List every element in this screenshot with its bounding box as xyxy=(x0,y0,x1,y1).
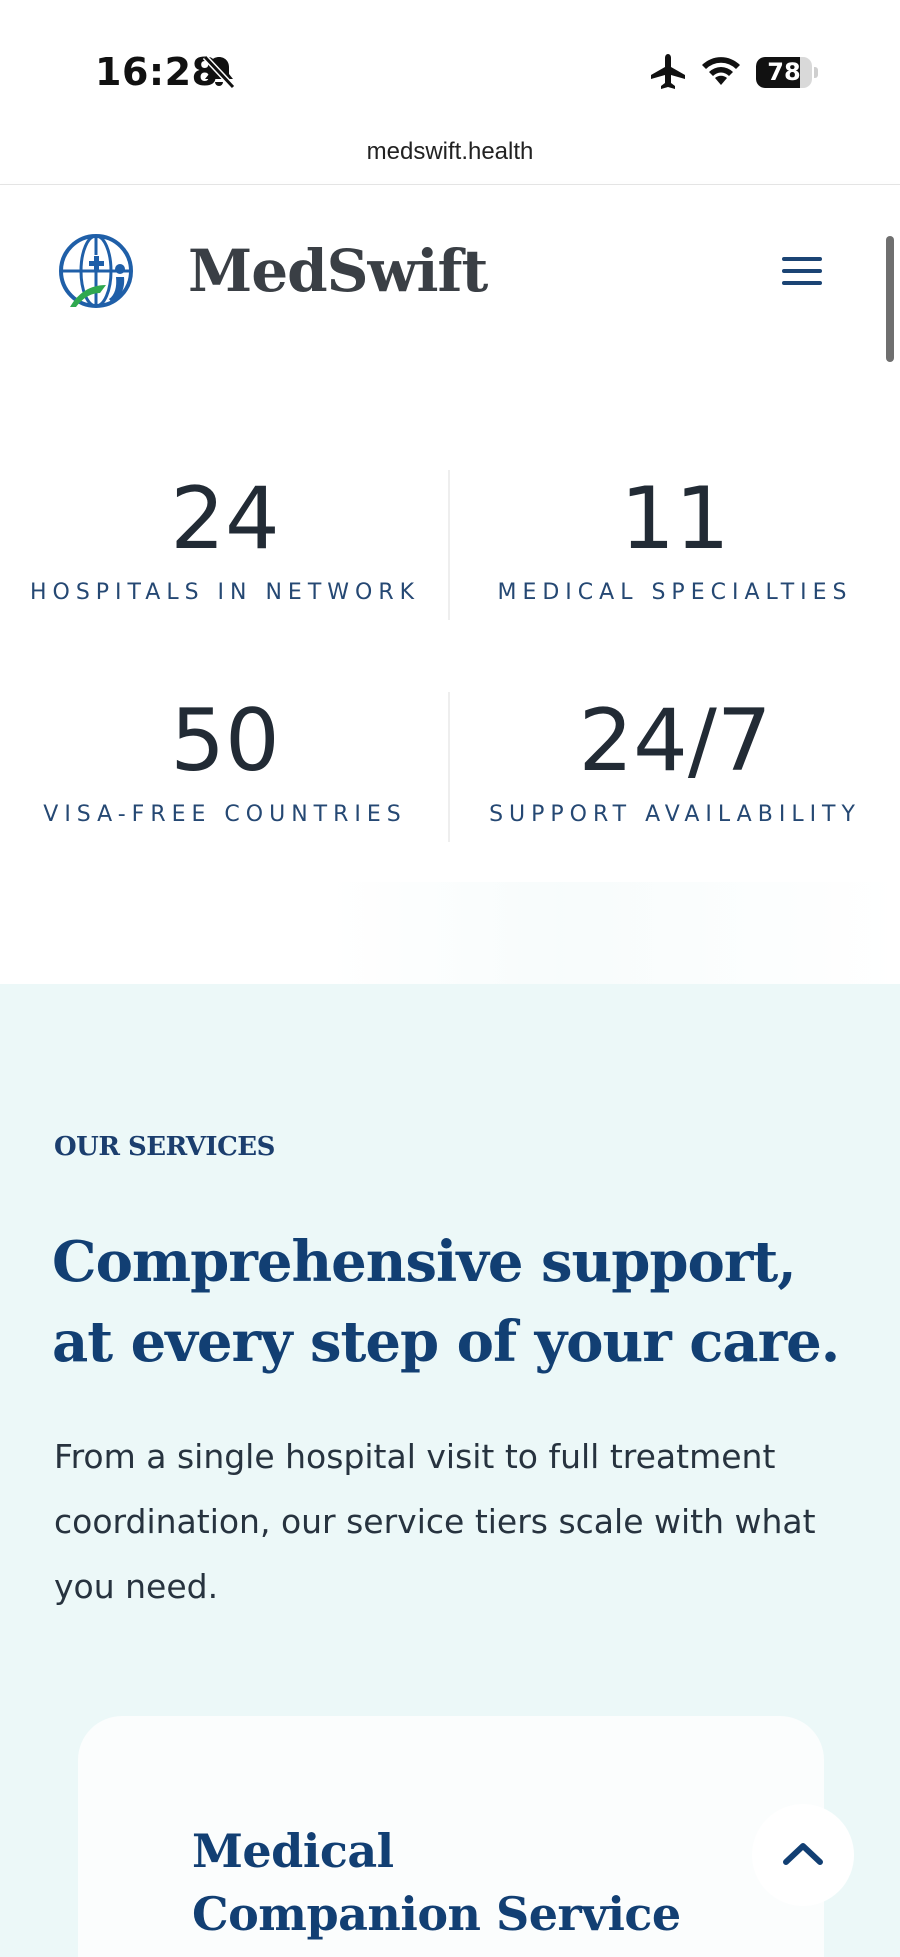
decorative-fade xyxy=(330,882,900,984)
wifi-icon xyxy=(702,57,740,85)
services-description: From a single hospital visit to full tre… xyxy=(54,1437,816,1606)
stat-value: 24 xyxy=(170,469,280,569)
stat-value: 50 xyxy=(170,691,280,791)
stat-label: VISA-FREE COUNTRIES xyxy=(43,802,407,827)
battery-icon: 78 xyxy=(756,57,818,88)
brand-name[interactable]: MedSwift xyxy=(188,237,488,305)
services-eyebrow: OUR SERVICES xyxy=(54,1132,275,1162)
service-card-title[interactable]: Medical Companion Service xyxy=(192,1820,692,1946)
stat-value: 24/7 xyxy=(578,691,772,791)
stat-value: 11 xyxy=(620,469,730,569)
hamburger-menu-icon[interactable] xyxy=(782,257,822,293)
stat-hospitals: 24 HOSPITALS IN NETWORK xyxy=(0,476,450,605)
stat-label: SUPPORT AVAILABILITY xyxy=(489,802,861,827)
stats-section: 24 HOSPITALS IN NETWORK 11 MEDICAL SPECI… xyxy=(0,362,900,984)
stat-specialties: 11 MEDICAL SPECIALTIES xyxy=(450,476,900,605)
status-bar: 16:28 78 medswift.health xyxy=(0,0,900,165)
address-bar-url[interactable]: medswift.health xyxy=(0,138,900,166)
services-title: Comprehensive support, at every step of … xyxy=(52,1229,840,1375)
site-header: MedSwift xyxy=(0,184,900,362)
stat-visa-free: 50 VISA-FREE COUNTRIES xyxy=(0,698,450,827)
services-section: OUR SERVICES Comprehensive support, at e… xyxy=(0,984,900,1957)
airplane-icon xyxy=(651,54,685,89)
status-time: 16:28 xyxy=(95,50,219,94)
stat-support: 24/7 SUPPORT AVAILABILITY xyxy=(450,698,900,827)
service-card-medical-companion[interactable]: Medical Companion Service xyxy=(78,1716,824,1957)
chevron-up-icon[interactable] xyxy=(752,1804,854,1906)
bell-slash-icon xyxy=(202,54,236,90)
globe-medical-logo[interactable] xyxy=(56,231,140,315)
battery-level: 78 xyxy=(767,58,801,86)
stat-label: HOSPITALS IN NETWORK xyxy=(29,580,421,605)
page-scrollbar[interactable] xyxy=(886,236,894,362)
stat-label: MEDICAL SPECIALTIES xyxy=(497,580,853,605)
